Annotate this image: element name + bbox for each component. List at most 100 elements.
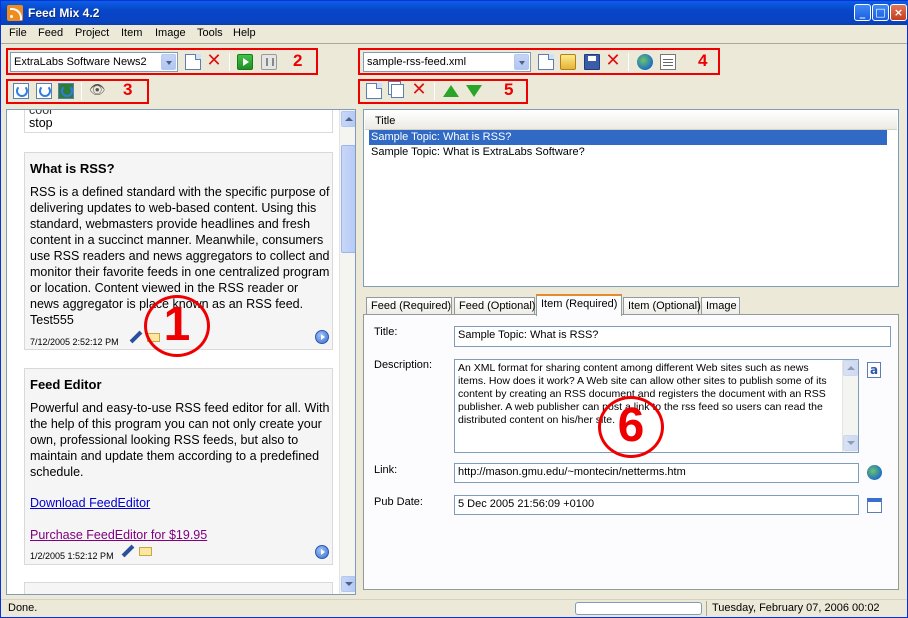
status-text: Done.: [8, 602, 38, 614]
tab-image[interactable]: Image: [701, 297, 740, 315]
menu-divider: [1, 43, 907, 44]
link-field[interactable]: http://mason.gmu.edu/~montecin/netterms.…: [454, 463, 859, 483]
toolbar-separator: [628, 53, 629, 71]
move-down-icon[interactable]: [466, 85, 482, 97]
menu-project[interactable]: Project: [75, 27, 109, 39]
menu-help[interactable]: Help: [233, 27, 256, 39]
toolbar-separator: [229, 53, 230, 71]
save-icon[interactable]: [584, 54, 600, 70]
new-file-icon[interactable]: [538, 54, 554, 70]
preview-scrollbar[interactable]: [339, 110, 355, 594]
refresh-icon[interactable]: [13, 83, 29, 99]
description-scrollbar[interactable]: [842, 360, 858, 452]
edit-pencil-icon[interactable]: [121, 544, 135, 558]
splitter[interactable]: [357, 109, 361, 595]
tab-item-required[interactable]: Item (Required): [536, 294, 622, 316]
new-feed-icon[interactable]: [185, 54, 201, 70]
annotation-circle-6: 6: [598, 396, 664, 458]
status-datetime: Tuesday, February 07, 2006 00:02: [712, 602, 880, 614]
copy-item-icon[interactable]: [391, 84, 404, 98]
play-icon[interactable]: [237, 54, 253, 70]
feed-item-card: [24, 582, 333, 594]
delete-feed-icon[interactable]: ✕: [206, 52, 222, 70]
window-title: Feed Mix 4.2: [28, 6, 100, 20]
card-date: 7/12/2005 2:52:12 PM: [30, 337, 119, 347]
link-label: Link:: [374, 464, 398, 476]
close-file-icon[interactable]: ✕: [605, 52, 621, 70]
menu-file[interactable]: File: [9, 27, 27, 39]
open-folder-icon[interactable]: [560, 54, 576, 70]
close-button[interactable]: ×: [890, 4, 907, 21]
maximize-button[interactable]: □: [872, 4, 889, 21]
app-window: Feed Mix 4.2 _ □ × File Feed Project Ite…: [0, 0, 908, 618]
title-label: Title:: [374, 326, 398, 338]
update-icon[interactable]: [58, 83, 74, 99]
calendar-icon[interactable]: [867, 498, 882, 513]
scroll-up-icon[interactable]: [341, 111, 355, 127]
status-bar: Done. Tuesday, February 07, 2006 00:02: [1, 599, 907, 617]
column-title[interactable]: Title: [375, 115, 395, 127]
open-item-icon[interactable]: [315, 330, 329, 344]
annotation-label-3: 3: [123, 80, 133, 99]
preview-fragment: stop: [29, 116, 53, 130]
file-select-value: sample-rss-feed.xml: [367, 56, 467, 68]
status-divider: [706, 601, 707, 616]
chevron-down-icon[interactable]: [161, 54, 176, 70]
open-link-globe-icon[interactable]: [867, 465, 882, 480]
feed-select-value: ExtraLabs Software News2: [14, 56, 147, 68]
scroll-thumb[interactable]: [341, 145, 355, 253]
title-field[interactable]: Sample Topic: What is RSS?: [454, 326, 891, 347]
edit-notepad-icon[interactable]: [660, 54, 676, 70]
list-item-label: Sample Topic: What is ExtraLabs Software…: [371, 146, 585, 158]
edit-pencil-icon[interactable]: [129, 330, 143, 344]
scroll-down-icon[interactable]: [341, 576, 355, 592]
menu-bar: File Feed Project Item Image Tools Help: [1, 25, 907, 43]
preview-top-card: cool stop: [24, 110, 333, 133]
card-title: Feed Editor: [30, 377, 102, 392]
download-link[interactable]: Download FeedEditor: [30, 496, 150, 510]
mail-icon[interactable]: [139, 547, 152, 556]
feed-item-card: Feed Editor Powerful and easy-to-use RSS…: [24, 368, 333, 565]
purchase-link[interactable]: Purchase FeedEditor for $19.95: [30, 528, 207, 542]
list-item-label: Sample Topic: What is RSS?: [371, 131, 512, 143]
card-title: What is RSS?: [30, 161, 115, 176]
card-body: Powerful and easy-to-use RSS feed editor…: [30, 401, 330, 479]
description-label: Description:: [374, 359, 433, 371]
chevron-down-icon[interactable]: [514, 54, 529, 70]
scroll-up-icon[interactable]: [843, 360, 858, 376]
spellcheck-icon[interactable]: a: [867, 362, 881, 378]
scroll-down-icon[interactable]: [843, 435, 858, 451]
title-bar[interactable]: Feed Mix 4.2 _ □ ×: [1, 1, 908, 25]
publish-globe-icon[interactable]: [637, 54, 653, 70]
tab-feed-optional[interactable]: Feed (Optional): [454, 297, 535, 315]
annotation-label-5: 5: [504, 80, 514, 99]
pubdate-field[interactable]: 5 Dec 2005 21:56:09 +0100: [454, 495, 859, 515]
list-item[interactable]: Sample Topic: What is RSS?: [369, 130, 887, 145]
minimize-button[interactable]: _: [854, 4, 871, 21]
menu-tools[interactable]: Tools: [197, 27, 223, 39]
move-up-icon[interactable]: [443, 85, 459, 97]
delete-item-icon[interactable]: ✕: [411, 81, 427, 99]
toolbar-separator: [434, 82, 435, 100]
pubdate-label: Pub Date:: [374, 496, 423, 508]
pause-icon[interactable]: [261, 54, 277, 70]
rss-app-icon: [7, 5, 23, 21]
progress-bar: [575, 602, 702, 615]
annotation-circle-1: 1: [144, 295, 210, 357]
new-item-icon[interactable]: [366, 83, 382, 99]
feed-select[interactable]: ExtraLabs Software News2: [10, 52, 178, 72]
list-item[interactable]: Sample Topic: What is ExtraLabs Software…: [369, 145, 887, 160]
menu-item[interactable]: Item: [121, 27, 142, 39]
annotation-label-2: 2: [293, 51, 303, 70]
menu-feed[interactable]: Feed: [38, 27, 63, 39]
refresh-all-icon[interactable]: [36, 83, 52, 99]
list-header[interactable]: Title: [365, 111, 897, 130]
menu-image[interactable]: Image: [155, 27, 186, 39]
preview-eye-icon[interactable]: 👁: [89, 83, 106, 99]
file-select[interactable]: sample-rss-feed.xml: [363, 52, 531, 72]
card-date: 1/2/2005 1:52:12 PM: [30, 551, 114, 561]
items-list[interactable]: Title Sample Topic: What is RSS? Sample …: [363, 109, 899, 287]
open-item-icon[interactable]: [315, 545, 329, 559]
tab-item-optional[interactable]: Item (Optional): [623, 297, 701, 315]
tab-feed-required[interactable]: Feed (Required): [366, 297, 452, 315]
